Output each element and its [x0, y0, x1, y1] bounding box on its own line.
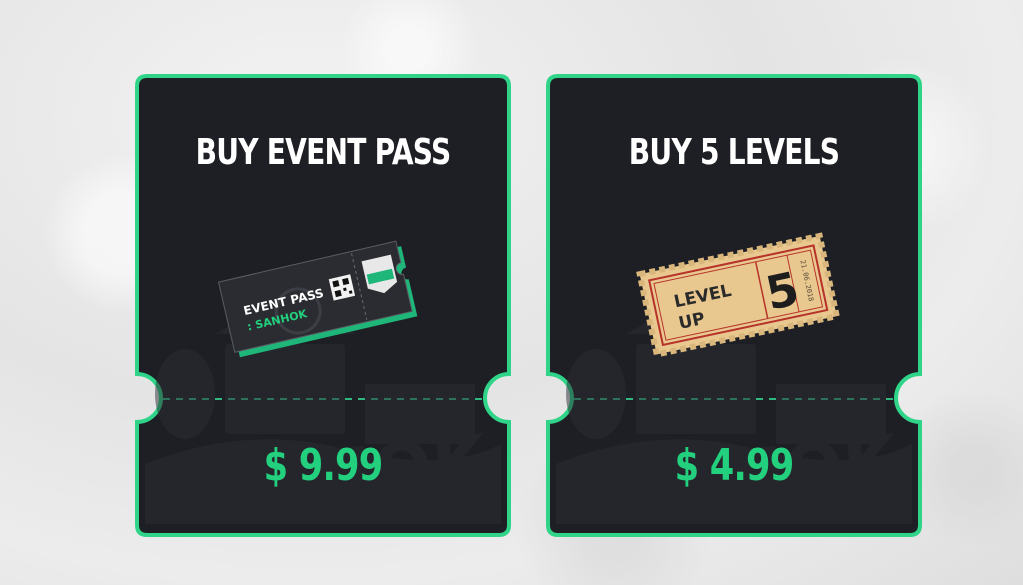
price-label: $ 9.99 [263, 440, 384, 491]
price-label: $ 4.99 [674, 440, 795, 491]
card-title: BUY EVENT PASS [195, 132, 452, 173]
level-up-ticket-image: LEVEL UP 5 21.06.2018 [634, 224, 844, 364]
event-pass-ticket-image: EVENT PASS : SANHOK [210, 224, 445, 364]
levels-card[interactable]: SANHOK BUY 5 LEVELS LEVEL UP 5 21.06.201… [546, 74, 922, 537]
card-title: BUY 5 LEVELS [628, 132, 840, 173]
event-pass-card[interactable]: SANHOK BUY EVENT PASS EVENT PASS : SANHO… [135, 74, 511, 537]
